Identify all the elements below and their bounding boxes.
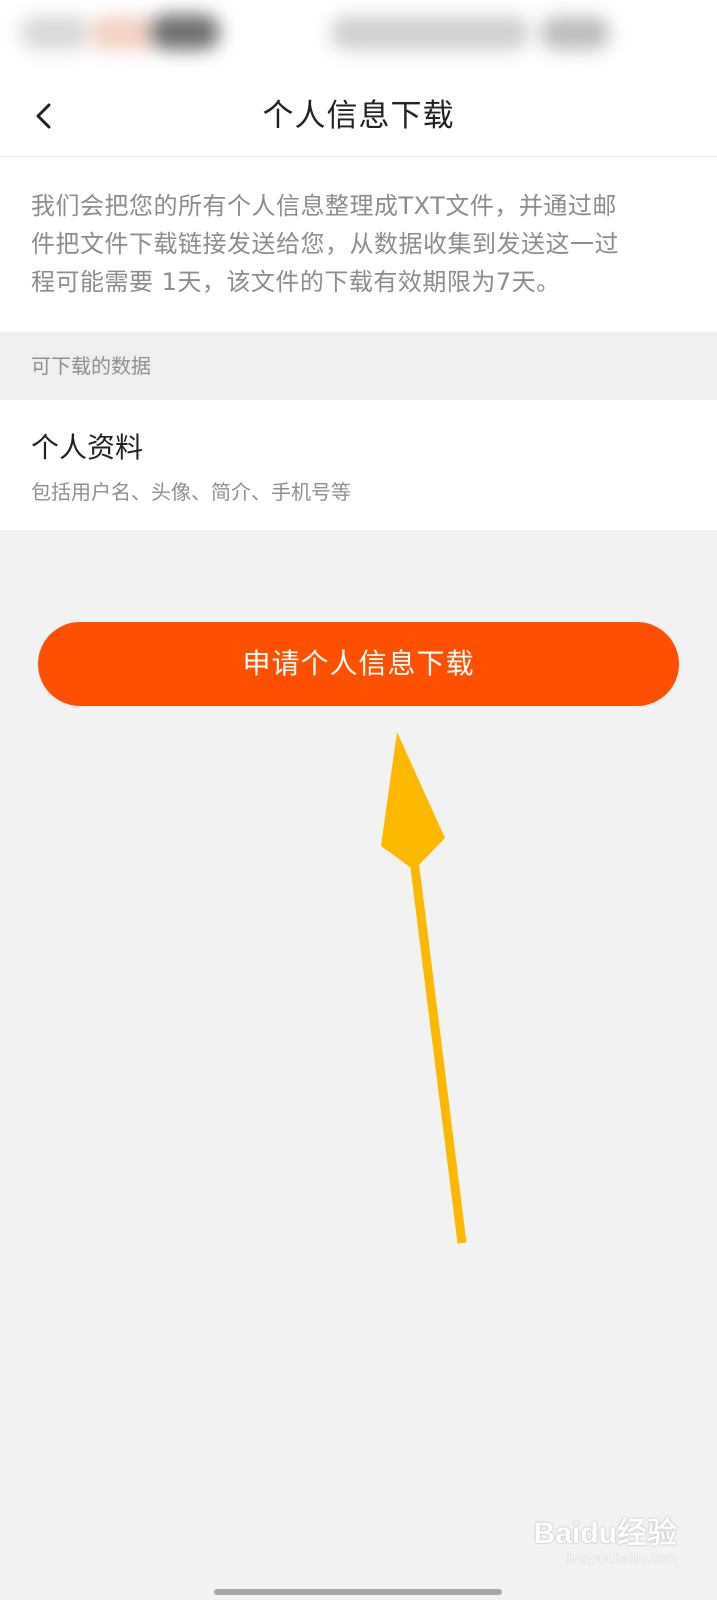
- description: 我们会把您的所有个人信息整理成TXT文件，并通过邮 件把文件下载链接发送给您，从…: [0, 157, 717, 332]
- list-item-title: 个人资料: [31, 431, 144, 464]
- watermark-url: jingyan.baidu.com: [566, 1551, 677, 1565]
- status-blur-left-mid: [88, 16, 158, 50]
- chevron-left-icon: [36, 103, 51, 129]
- status-blur-left: [20, 16, 90, 50]
- status-blur-right-end: [540, 16, 610, 50]
- description-line: 程可能需要 1天，该文件的下载有效期限为7天。: [31, 268, 561, 296]
- screen: 个人信息下载 我们会把您的所有个人信息整理成TXT文件，并通过邮 件把文件下载链…: [0, 0, 717, 1600]
- baidu-watermark: Baidu经验: [534, 1508, 677, 1552]
- description-line: 我们会把您的所有个人信息整理成TXT文件，并通过邮: [31, 192, 617, 220]
- apply-download-button[interactable]: 申请个人信息下载: [38, 622, 679, 706]
- status-blur-left-dark: [150, 14, 220, 50]
- watermark-brand: Baidu经验: [533, 1517, 677, 1550]
- page-title: 个人信息下载: [262, 98, 455, 134]
- status-bar: [0, 0, 717, 76]
- back-button[interactable]: [20, 92, 68, 140]
- list-item-subtitle: 包括用户名、头像、简介、手机号等: [31, 480, 351, 504]
- nav-bar: 个人信息下载: [0, 76, 717, 157]
- status-blur-right: [330, 16, 530, 50]
- home-indicator[interactable]: [214, 1589, 502, 1595]
- list-item-personal-profile[interactable]: 个人资料 包括用户名、头像、简介、手机号等: [0, 400, 717, 530]
- description-line: 件把文件下载链接发送给您，从数据收集到发送这一过: [31, 230, 619, 258]
- section-header: 可下载的数据: [0, 332, 717, 400]
